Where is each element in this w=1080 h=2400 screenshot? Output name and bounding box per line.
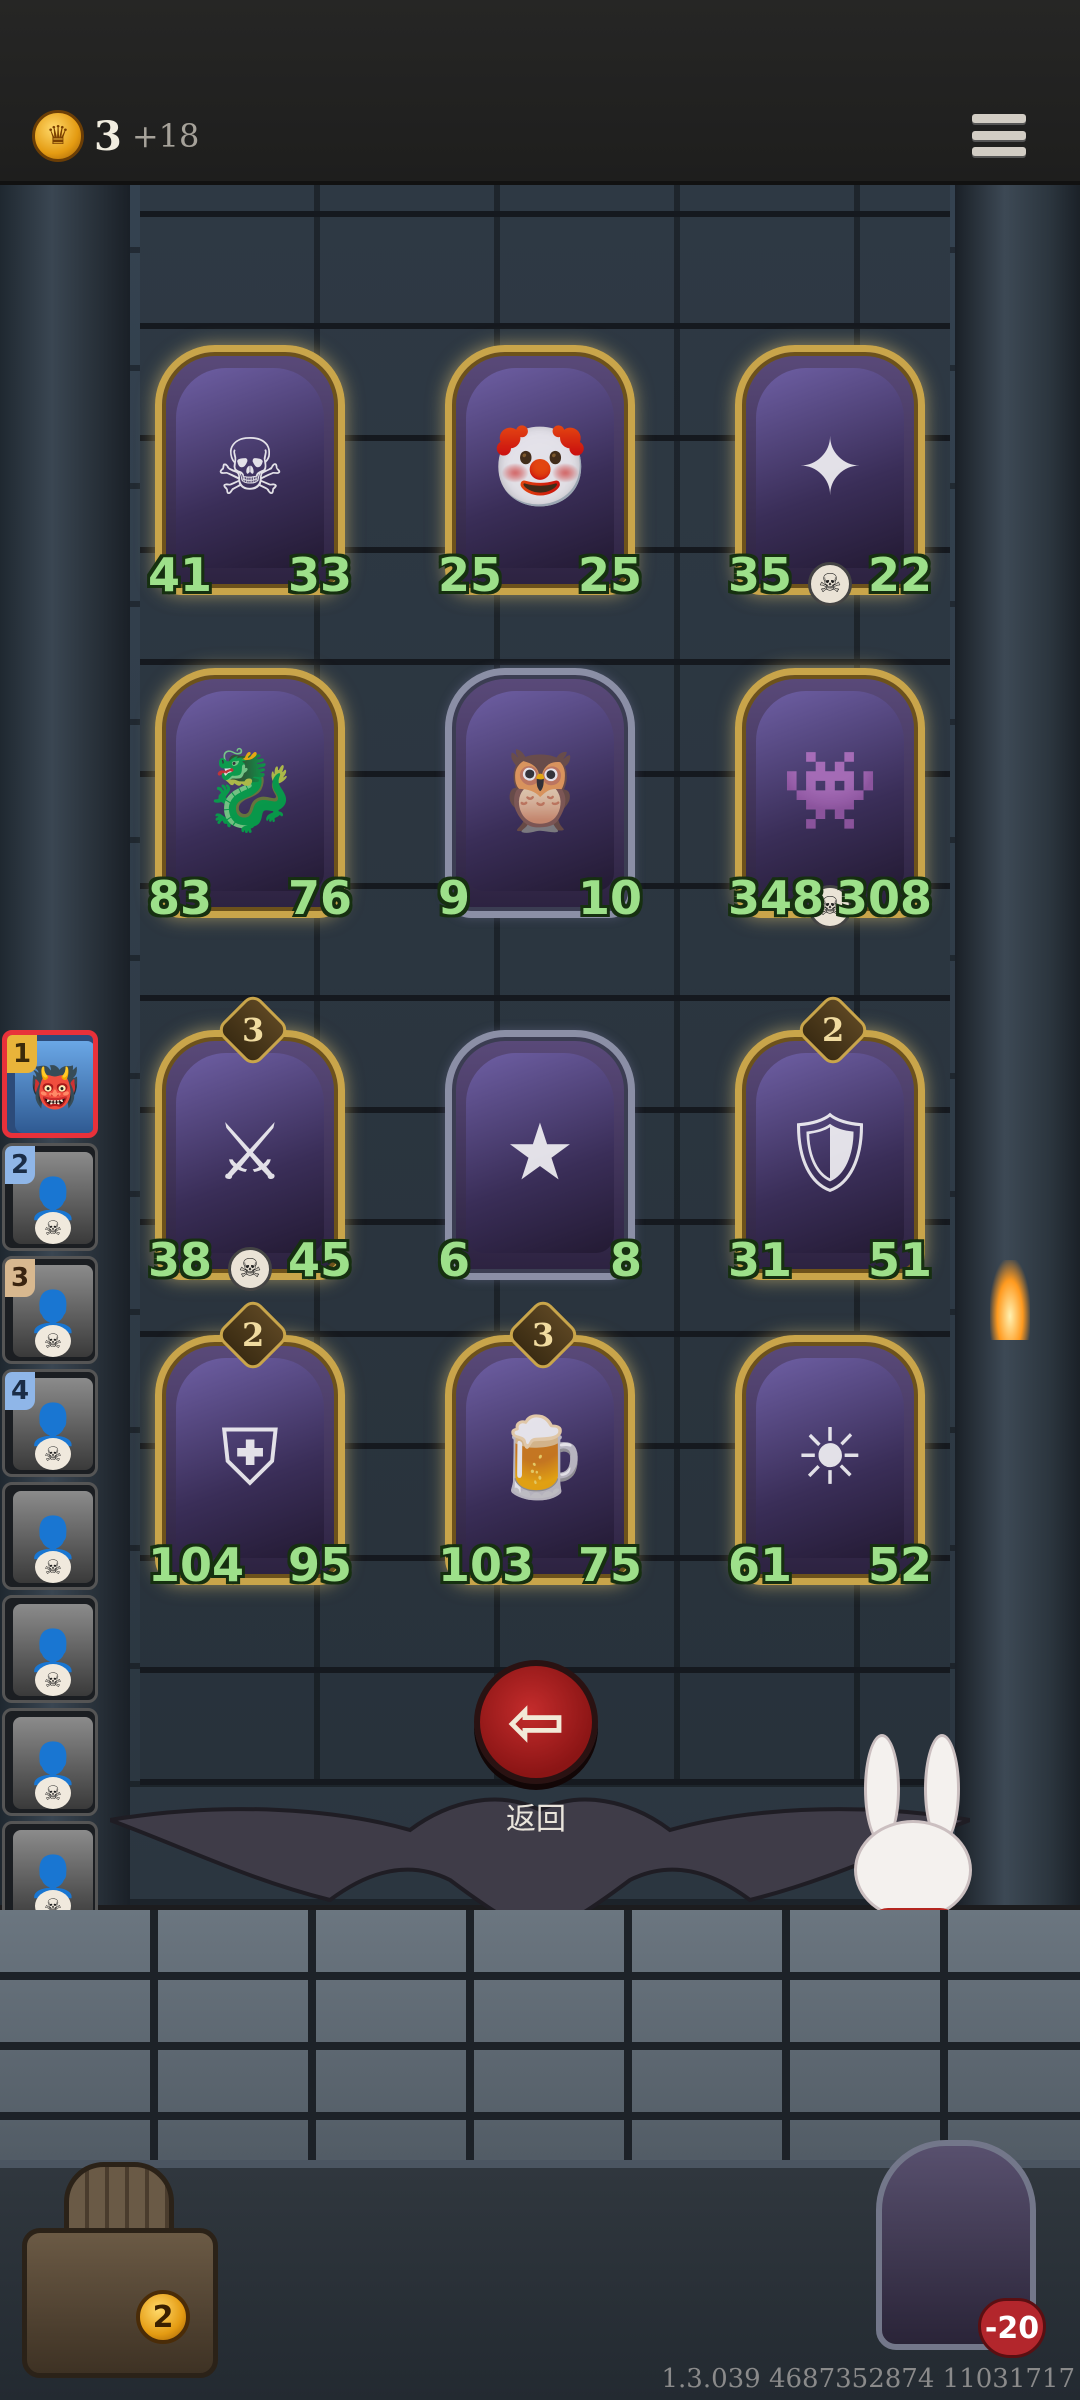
minion-portrait: ✦ [756, 368, 904, 568]
minion-card[interactable]: 🍺 3 103 75 [438, 1296, 642, 1592]
minion-attack: 83 [148, 871, 213, 925]
minion-card[interactable]: ★ 6 8 [438, 1030, 642, 1287]
minion-card[interactable]: ⚔ 3 ☠ 38 45 [148, 991, 352, 1291]
skull-icon: ☠ [35, 1325, 71, 1357]
minion-card[interactable]: ☀ 61 52 [728, 1335, 932, 1592]
minion-card[interactable]: 👾 ☠ 348 308 [728, 668, 932, 929]
minion-card[interactable]: 🐉 83 76 [148, 668, 352, 925]
queue-position-badge: 3 [5, 1259, 35, 1297]
skull-icon: ☠ [35, 1664, 71, 1696]
queue-item[interactable]: 👤 ☠ [2, 1595, 98, 1703]
menu-icon[interactable] [972, 108, 1026, 162]
minion-card[interactable]: ☠ 41 33 [148, 345, 352, 602]
minion-card[interactable]: 🤡 25 25 [438, 345, 642, 602]
minion-attack: 348 [728, 871, 825, 925]
minion-health: 75 [577, 1538, 642, 1592]
minion-portrait: ☠ [176, 368, 324, 568]
minion-card[interactable]: ⛨ 2 104 95 [148, 1296, 352, 1592]
minion-health: 22 [867, 548, 932, 602]
queue-position-badge: 1 [7, 1035, 37, 1073]
minion-health: 52 [867, 1538, 932, 1592]
minion-health: 33 [287, 548, 352, 602]
skull-icon: ☠ [808, 562, 852, 606]
minion-portrait: 🦉 [466, 691, 614, 891]
back-button[interactable]: ⇦ [474, 1660, 598, 1784]
queue-item[interactable]: 👤 2 ☠ [2, 1143, 98, 1251]
minion-health: 45 [287, 1233, 352, 1287]
minion-health: 10 [577, 871, 642, 925]
minion-portrait: 🐉 [176, 691, 324, 891]
arrow-left-icon: ⇦ [506, 1681, 566, 1763]
minion-portrait: 🤡 [466, 368, 614, 568]
minion-attack: 61 [728, 1538, 793, 1592]
back-button-label: 返回 [506, 1802, 566, 1837]
minion-card[interactable]: 🦉 9 10 [438, 668, 642, 925]
minion-attack: 104 [148, 1538, 245, 1592]
minion-health: 308 [835, 871, 932, 925]
skull-icon: ☠ [35, 1777, 71, 1809]
minion-health: 95 [287, 1538, 352, 1592]
version-text: 1.3.039 4687352874 11031717 [661, 2364, 1075, 2394]
minion-portrait: ⛨ [176, 1358, 324, 1558]
chest-count-badge: 2 [136, 2290, 190, 2344]
queue-item[interactable]: 👹 1 [2, 1030, 98, 1138]
minion-card[interactable]: 🛡 2 31 51 [728, 991, 932, 1287]
queue-position-badge: 2 [5, 1146, 35, 1184]
minion-portrait: 🛡 [756, 1053, 904, 1253]
queue-position-badge: 4 [5, 1372, 35, 1410]
minion-attack: 41 [148, 548, 213, 602]
skull-icon: ☠ [35, 1212, 71, 1244]
queue-item[interactable]: 👤 ☠ [2, 1708, 98, 1816]
gold-count: 3 [94, 112, 122, 160]
gold-display: ♛ 3 +18 [32, 110, 199, 162]
torch-flame-icon [990, 1260, 1030, 1340]
minion-attack: 31 [728, 1233, 793, 1287]
minion-card[interactable]: ✦ ☠ 35 22 [728, 345, 932, 606]
minion-attack: 25 [438, 548, 503, 602]
coin-icon: ♛ [32, 110, 84, 162]
minion-portrait: ☀ [756, 1358, 904, 1558]
queue-item[interactable]: 👤 3 ☠ [2, 1256, 98, 1364]
hero-health-badge: -20 [978, 2298, 1046, 2358]
minion-portrait: 👾 [756, 691, 904, 891]
minion-attack: 103 [438, 1538, 535, 1592]
minion-portrait: ★ [466, 1053, 614, 1253]
minion-health: 25 [577, 548, 642, 602]
chest-body [22, 2228, 218, 2378]
minion-health: 51 [867, 1233, 932, 1287]
skull-icon: ☠ [35, 1438, 71, 1470]
minion-attack: 6 [438, 1233, 471, 1287]
minion-portrait: 🍺 [466, 1358, 614, 1558]
queue-item[interactable]: 👤 4 ☠ [2, 1369, 98, 1477]
minion-portrait: ⚔ [176, 1053, 324, 1253]
queue-item[interactable]: 👤 ☠ [2, 1482, 98, 1590]
hero-portrait[interactable]: -20 [870, 2140, 1046, 2360]
rabbit-head-icon [854, 1820, 972, 1920]
minion-attack: 9 [438, 871, 471, 925]
gold-income: +18 [131, 117, 200, 155]
right-pillar [955, 185, 1080, 1905]
minion-attack: 35 [728, 548, 793, 602]
skull-icon: ☠ [228, 1247, 272, 1291]
minion-health: 76 [287, 871, 352, 925]
skull-icon: ☠ [35, 1551, 71, 1583]
minion-health: 8 [609, 1233, 642, 1287]
minion-attack: 38 [148, 1233, 213, 1287]
treasure-chest-button[interactable]: 2 [12, 2158, 222, 2388]
top-bar: ♛ 3 +18 [0, 0, 1080, 185]
